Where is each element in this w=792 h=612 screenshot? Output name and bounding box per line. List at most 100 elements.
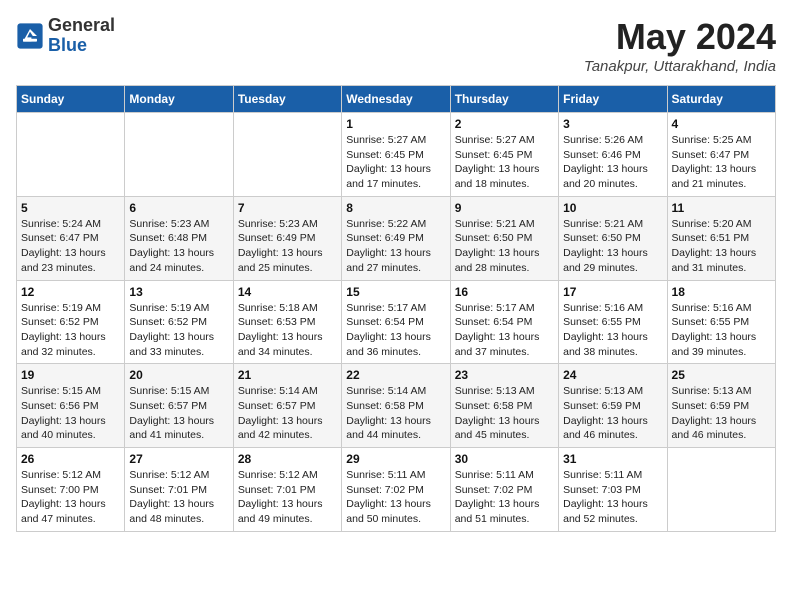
calendar-cell: 28 Sunrise: 5:12 AM Sunset: 7:01 PM Dayli… xyxy=(233,448,341,532)
calendar-cell: 27Sunrise: 5:12 AM Sunset: 7:01 PM Dayli… xyxy=(125,448,233,532)
cell-date-number: 20 xyxy=(129,368,228,382)
cell-info-text: Sunrise: 5:13 AM Sunset: 6:58 PM Dayligh… xyxy=(455,384,554,443)
cell-date-number: 5 xyxy=(21,201,120,215)
weekday-header-friday: Friday xyxy=(559,86,667,113)
header: General Blue May 2024 Tanakpur, Uttarakh… xyxy=(16,16,776,75)
calendar-cell: 14Sunrise: 5:18 AM Sunset: 6:53 PM Dayli… xyxy=(233,280,341,364)
cell-date-number: 12 xyxy=(21,285,120,299)
cell-date-number: 16 xyxy=(455,285,554,299)
cell-info-text: Sunrise: 5:24 AM Sunset: 6:47 PM Dayligh… xyxy=(21,217,120,276)
cell-date-number: 23 xyxy=(455,368,554,382)
weekday-header-wednesday: Wednesday xyxy=(342,86,450,113)
calendar-cell: 12 Sunrise: 5:19 AM Sunset: 6:52 PM Dayli… xyxy=(17,280,125,364)
calendar-cell: 22 Sunrise: 5:14 AM Sunset: 6:58 PM Dayli… xyxy=(342,364,450,448)
cell-info-text: Sunrise: 5:27 AM Sunset: 6:45 PM Dayligh… xyxy=(346,133,445,192)
cell-info-text: Sunrise: 5:19 AM Sunset: 6:52 PM Dayligh… xyxy=(129,301,228,360)
cell-info-text: Sunrise: 5:20 AM Sunset: 6:51 PM Dayligh… xyxy=(672,217,771,276)
calendar-cell: 13 Sunrise: 5:19 AM Sunset: 6:52 PM Dayli… xyxy=(125,280,233,364)
calendar-cell: 17 Sunrise: 5:16 AM Sunset: 6:55 PM Dayli… xyxy=(559,280,667,364)
calendar-cell xyxy=(233,113,341,197)
calendar-cell: 23 Sunrise: 5:13 AM Sunset: 6:58 PM Dayli… xyxy=(450,364,558,448)
calendar-cell: 11Sunrise: 5:20 AM Sunset: 6:51 PM Dayli… xyxy=(667,196,775,280)
cell-date-number: 19 xyxy=(21,368,120,382)
cell-info-text: Sunrise: 5:16 AM Sunset: 6:55 PM Dayligh… xyxy=(672,301,771,360)
cell-date-number: 6 xyxy=(129,201,228,215)
calendar-cell: 25 Sunrise: 5:13 AM Sunset: 6:59 PM Dayli… xyxy=(667,364,775,448)
calendar-cell: 1 Sunrise: 5:27 AM Sunset: 6:45 PM Daylig… xyxy=(342,113,450,197)
cell-info-text: Sunrise: 5:13 AM Sunset: 6:59 PM Dayligh… xyxy=(672,384,771,443)
calendar-cell: 4 Sunrise: 5:25 AM Sunset: 6:47 PM Daylig… xyxy=(667,113,775,197)
calendar-cell xyxy=(17,113,125,197)
cell-info-text: Sunrise: 5:25 AM Sunset: 6:47 PM Dayligh… xyxy=(672,133,771,192)
calendar-table: SundayMondayTuesdayWednesdayThursdayFrid… xyxy=(16,85,776,532)
week-row-3: 12 Sunrise: 5:19 AM Sunset: 6:52 PM Dayli… xyxy=(17,280,776,364)
cell-date-number: 28 xyxy=(238,452,337,466)
cell-info-text: Sunrise: 5:21 AM Sunset: 6:50 PM Dayligh… xyxy=(455,217,554,276)
cell-date-number: 17 xyxy=(563,285,662,299)
cell-info-text: Sunrise: 5:23 AM Sunset: 6:48 PM Dayligh… xyxy=(129,217,228,276)
cell-info-text: Sunrise: 5:12 AM Sunset: 7:00 PM Dayligh… xyxy=(21,468,120,527)
cell-info-text: Sunrise: 5:16 AM Sunset: 6:55 PM Dayligh… xyxy=(563,301,662,360)
cell-date-number: 4 xyxy=(672,117,771,131)
cell-info-text: Sunrise: 5:17 AM Sunset: 6:54 PM Dayligh… xyxy=(455,301,554,360)
cell-date-number: 13 xyxy=(129,285,228,299)
cell-date-number: 31 xyxy=(563,452,662,466)
main-title: May 2024 xyxy=(584,16,776,58)
cell-info-text: Sunrise: 5:22 AM Sunset: 6:49 PM Dayligh… xyxy=(346,217,445,276)
calendar-cell: 19 Sunrise: 5:15 AM Sunset: 6:56 PM Dayli… xyxy=(17,364,125,448)
cell-date-number: 29 xyxy=(346,452,445,466)
calendar-cell: 10 Sunrise: 5:21 AM Sunset: 6:50 PM Dayli… xyxy=(559,196,667,280)
logo-general-text: General xyxy=(48,16,115,36)
weekday-header-row: SundayMondayTuesdayWednesdayThursdayFrid… xyxy=(17,86,776,113)
calendar-cell: 31 Sunrise: 5:11 AM Sunset: 7:03 PM Dayli… xyxy=(559,448,667,532)
cell-date-number: 18 xyxy=(672,285,771,299)
cell-info-text: Sunrise: 5:12 AM Sunset: 7:01 PM Dayligh… xyxy=(238,468,337,527)
cell-date-number: 10 xyxy=(563,201,662,215)
calendar-cell: 2Sunrise: 5:27 AM Sunset: 6:45 PM Daylig… xyxy=(450,113,558,197)
cell-info-text: Sunrise: 5:26 AM Sunset: 6:46 PM Dayligh… xyxy=(563,133,662,192)
cell-date-number: 2 xyxy=(455,117,554,131)
calendar-cell: 21 Sunrise: 5:14 AM Sunset: 6:57 PM Dayli… xyxy=(233,364,341,448)
weekday-header-saturday: Saturday xyxy=(667,86,775,113)
logo-icon xyxy=(16,22,44,50)
cell-date-number: 3 xyxy=(563,117,662,131)
weekday-header-sunday: Sunday xyxy=(17,86,125,113)
cell-date-number: 15 xyxy=(346,285,445,299)
cell-info-text: Sunrise: 5:11 AM Sunset: 7:03 PM Dayligh… xyxy=(563,468,662,527)
cell-date-number: 25 xyxy=(672,368,771,382)
cell-info-text: Sunrise: 5:15 AM Sunset: 6:56 PM Dayligh… xyxy=(21,384,120,443)
weekday-header-tuesday: Tuesday xyxy=(233,86,341,113)
calendar-cell: 6 Sunrise: 5:23 AM Sunset: 6:48 PM Daylig… xyxy=(125,196,233,280)
calendar-cell: 15 Sunrise: 5:17 AM Sunset: 6:54 PM Dayli… xyxy=(342,280,450,364)
cell-info-text: Sunrise: 5:11 AM Sunset: 7:02 PM Dayligh… xyxy=(346,468,445,527)
cell-date-number: 24 xyxy=(563,368,662,382)
calendar-cell: 29 Sunrise: 5:11 AM Sunset: 7:02 PM Dayli… xyxy=(342,448,450,532)
cell-date-number: 8 xyxy=(346,201,445,215)
week-row-5: 26Sunrise: 5:12 AM Sunset: 7:00 PM Dayli… xyxy=(17,448,776,532)
cell-date-number: 22 xyxy=(346,368,445,382)
weekday-header-monday: Monday xyxy=(125,86,233,113)
calendar-cell: 24 Sunrise: 5:13 AM Sunset: 6:59 PM Dayli… xyxy=(559,364,667,448)
calendar-cell xyxy=(125,113,233,197)
calendar-cell: 18 Sunrise: 5:16 AM Sunset: 6:55 PM Dayli… xyxy=(667,280,775,364)
week-row-2: 5 Sunrise: 5:24 AM Sunset: 6:47 PM Daylig… xyxy=(17,196,776,280)
week-row-1: 1 Sunrise: 5:27 AM Sunset: 6:45 PM Daylig… xyxy=(17,113,776,197)
cell-date-number: 21 xyxy=(238,368,337,382)
cell-info-text: Sunrise: 5:13 AM Sunset: 6:59 PM Dayligh… xyxy=(563,384,662,443)
calendar-cell: 20 Sunrise: 5:15 AM Sunset: 6:57 PM Dayli… xyxy=(125,364,233,448)
calendar-cell xyxy=(667,448,775,532)
cell-info-text: Sunrise: 5:15 AM Sunset: 6:57 PM Dayligh… xyxy=(129,384,228,443)
cell-info-text: Sunrise: 5:18 AM Sunset: 6:53 PM Dayligh… xyxy=(238,301,337,360)
cell-date-number: 1 xyxy=(346,117,445,131)
cell-info-text: Sunrise: 5:21 AM Sunset: 6:50 PM Dayligh… xyxy=(563,217,662,276)
cell-info-text: Sunrise: 5:19 AM Sunset: 6:52 PM Dayligh… xyxy=(21,301,120,360)
weekday-header-thursday: Thursday xyxy=(450,86,558,113)
cell-date-number: 7 xyxy=(238,201,337,215)
cell-info-text: Sunrise: 5:17 AM Sunset: 6:54 PM Dayligh… xyxy=(346,301,445,360)
cell-info-text: Sunrise: 5:14 AM Sunset: 6:57 PM Dayligh… xyxy=(238,384,337,443)
subtitle: Tanakpur, Uttarakhand, India xyxy=(584,58,776,75)
cell-info-text: Sunrise: 5:14 AM Sunset: 6:58 PM Dayligh… xyxy=(346,384,445,443)
calendar-cell: 8 Sunrise: 5:22 AM Sunset: 6:49 PM Daylig… xyxy=(342,196,450,280)
cell-info-text: Sunrise: 5:12 AM Sunset: 7:01 PM Dayligh… xyxy=(129,468,228,527)
calendar-cell: 26Sunrise: 5:12 AM Sunset: 7:00 PM Dayli… xyxy=(17,448,125,532)
